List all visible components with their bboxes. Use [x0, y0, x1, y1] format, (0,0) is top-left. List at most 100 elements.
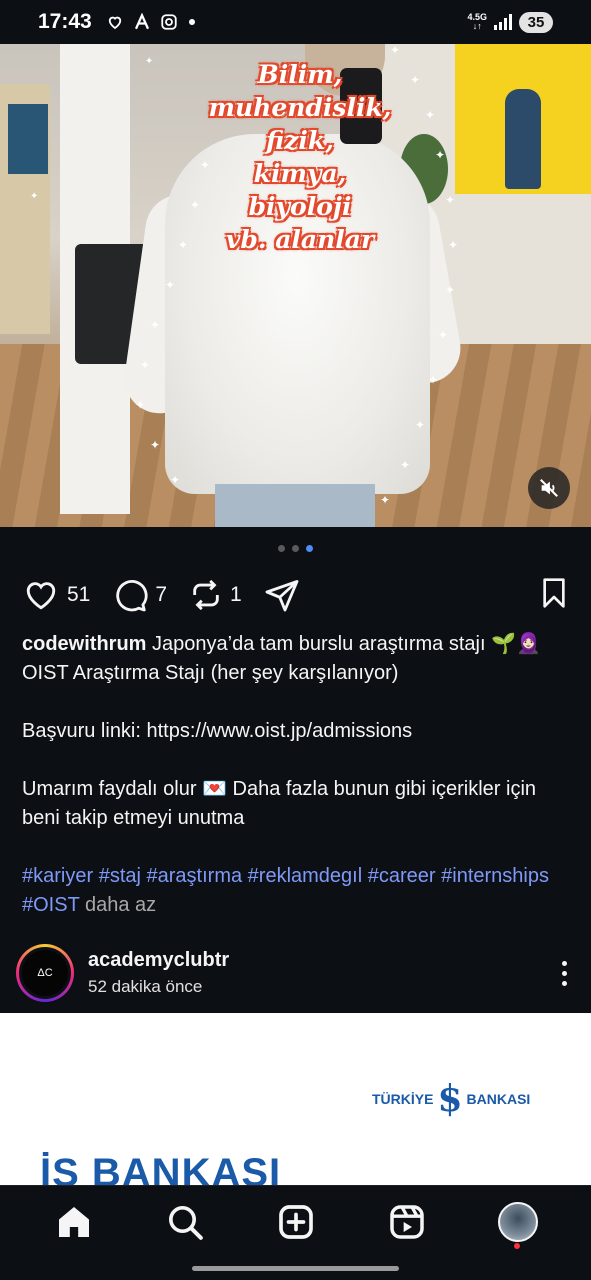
more-options-button[interactable] [552, 960, 576, 986]
create-post-icon [278, 1205, 313, 1239]
repost-button[interactable]: 1 [189, 577, 242, 613]
status-notification-icons [106, 13, 197, 31]
post-actions: 51 7 1 [22, 575, 570, 615]
network-type: 4.5G ↓↑ [467, 12, 487, 31]
hashtag-link[interactable]: #kariyer [22, 865, 93, 887]
bookmark-icon [543, 577, 565, 608]
nav-home[interactable] [50, 1198, 98, 1246]
reels-icon [389, 1205, 424, 1239]
svg-text:✦: ✦ [30, 191, 38, 202]
caption-spacer [22, 833, 577, 862]
comment-count: 7 [155, 583, 168, 606]
caption-username[interactable]: codewithrum [22, 633, 146, 655]
status-time: 17:43 [38, 10, 92, 33]
a-logo-icon [134, 13, 149, 30]
heart-outline-icon [108, 16, 121, 30]
brand-mark: $ [437, 1078, 463, 1120]
gesture-bar[interactable] [192, 1266, 399, 1271]
nav-profile[interactable] [494, 1198, 542, 1249]
caption-spacer [22, 688, 577, 717]
sticker-line: vb. alanlar [225, 225, 375, 254]
sticker-text: Bilim, muhendislik, fizik, kimya, biyolo… [200, 58, 400, 256]
home-icon [58, 1207, 89, 1237]
brand-suffix: BANKASI [466, 1091, 531, 1107]
next-post-media[interactable]: TÜRKİYE $ BANKASI İŞ BANKASI [0, 1013, 591, 1185]
svg-text:✦: ✦ [435, 148, 445, 162]
svg-text:✦: ✦ [150, 438, 160, 452]
instagram-icon [161, 14, 177, 30]
svg-text:✦: ✦ [428, 373, 438, 387]
show-less-link[interactable]: daha az [85, 894, 156, 916]
caption-text: Japonya’da tam burslu araştırma stajı 🌱🧕… [152, 633, 541, 655]
sticker-line: Bilim, [257, 60, 343, 89]
battery-indicator: 35 [519, 11, 553, 33]
nav-reels[interactable] [383, 1198, 431, 1246]
caption-hashtags: #kariyer #staj #araştırma #reklamdegıl #… [22, 862, 577, 920]
svg-text:✦: ✦ [140, 358, 150, 372]
speaker-muted-icon [540, 479, 558, 497]
svg-text:✦: ✦ [445, 283, 455, 297]
brand-name: TÜRKİYE [372, 1091, 434, 1107]
heart-icon [26, 582, 56, 610]
caption-text: OIST Araştırma Stajı (her şey karşılanıy… [22, 662, 399, 684]
carousel-dot [278, 545, 285, 552]
nav-create[interactable] [272, 1198, 320, 1246]
comment-icon [116, 580, 148, 612]
hashtag-link[interactable]: #reklamdegıl [248, 865, 363, 887]
carousel-dot-active [306, 545, 313, 552]
svg-text:✦: ✦ [448, 238, 458, 252]
search-icon [168, 1206, 203, 1240]
svg-text:✦: ✦ [170, 473, 180, 487]
more-dot-icon [561, 960, 567, 966]
svg-text:✦: ✦ [190, 198, 200, 212]
notification-dot [513, 1243, 520, 1249]
send-icon [265, 580, 299, 612]
signal-icon [494, 14, 512, 30]
brand-logo: TÜRKİYE $ BANKASI [372, 1081, 530, 1117]
network-label: 4.5G [467, 12, 487, 22]
post-caption: codewithrum Japonya’da tam burslu araştı… [22, 630, 577, 920]
sticker-line: kimya, [253, 159, 347, 188]
svg-text:✦: ✦ [425, 108, 435, 122]
mute-button[interactable] [528, 467, 570, 509]
like-count: 51 [67, 583, 91, 606]
svg-text:✦: ✦ [400, 458, 410, 472]
comment-button[interactable]: 7 [112, 577, 167, 613]
next-post-meta: academyclubtr 52 dakika önce [88, 949, 229, 997]
svg-text:✦: ✦ [150, 318, 160, 332]
post-media[interactable]: ✦ ✦ ✦ ✦ ✦ ✦ ✦ ✦ ✦ ✦ ✦ ✦ ✦ ✦ ✦ ✦ ✦ ✦ ✦ ✦ ✦ ✦ ✦ Bilim… [0, 44, 591, 527]
svg-text:✦: ✦ [145, 56, 153, 67]
caption-link-line: Başvuru linki: https://www.oist.jp/admis… [22, 720, 413, 742]
carousel-dot [292, 545, 299, 552]
status-bar: 17:43 4.5G ↓↑ 35 [0, 0, 591, 44]
share-button[interactable] [264, 577, 300, 613]
hashtag-link[interactable]: #internships [441, 865, 549, 887]
caption-text: Umarım faydalı olur 💌 Daha fazla bunun g… [22, 778, 537, 829]
nav-search[interactable] [161, 1198, 209, 1246]
svg-text:✦: ✦ [165, 278, 175, 292]
next-post-username[interactable]: academyclubtr [88, 949, 229, 972]
svg-text:✦: ✦ [135, 398, 145, 412]
status-system: 4.5G ↓↑ 35 [467, 11, 553, 33]
next-post-header: ΔC academyclubtr 52 dakika önce [16, 943, 576, 1003]
next-post-time: 52 dakika önce [88, 977, 203, 996]
sticker-line: biyoloji [248, 192, 352, 221]
profile-avatar [497, 1202, 538, 1242]
svg-text:✦: ✦ [410, 73, 420, 87]
caption-spacer [22, 746, 577, 775]
svg-text:✦: ✦ [445, 193, 455, 207]
bottom-navigation [0, 1185, 591, 1280]
hashtag-link[interactable]: #staj [99, 865, 141, 887]
like-button[interactable]: 51 [22, 577, 90, 613]
ad-headline: İŞ BANKASI [40, 1151, 282, 1185]
svg-text:✦: ✦ [438, 328, 448, 342]
hashtag-link[interactable]: #career [368, 865, 436, 887]
svg-text:✦: ✦ [390, 44, 400, 57]
story-ring-avatar[interactable]: ΔC [16, 944, 74, 1002]
save-button[interactable] [538, 576, 570, 615]
svg-text:✦: ✦ [415, 418, 425, 432]
repost-icon [193, 579, 219, 611]
sticker-line: fizik, [266, 126, 334, 155]
hashtag-link[interactable]: #araştırma [147, 865, 243, 887]
hashtag-link[interactable]: #OIST [22, 894, 79, 916]
